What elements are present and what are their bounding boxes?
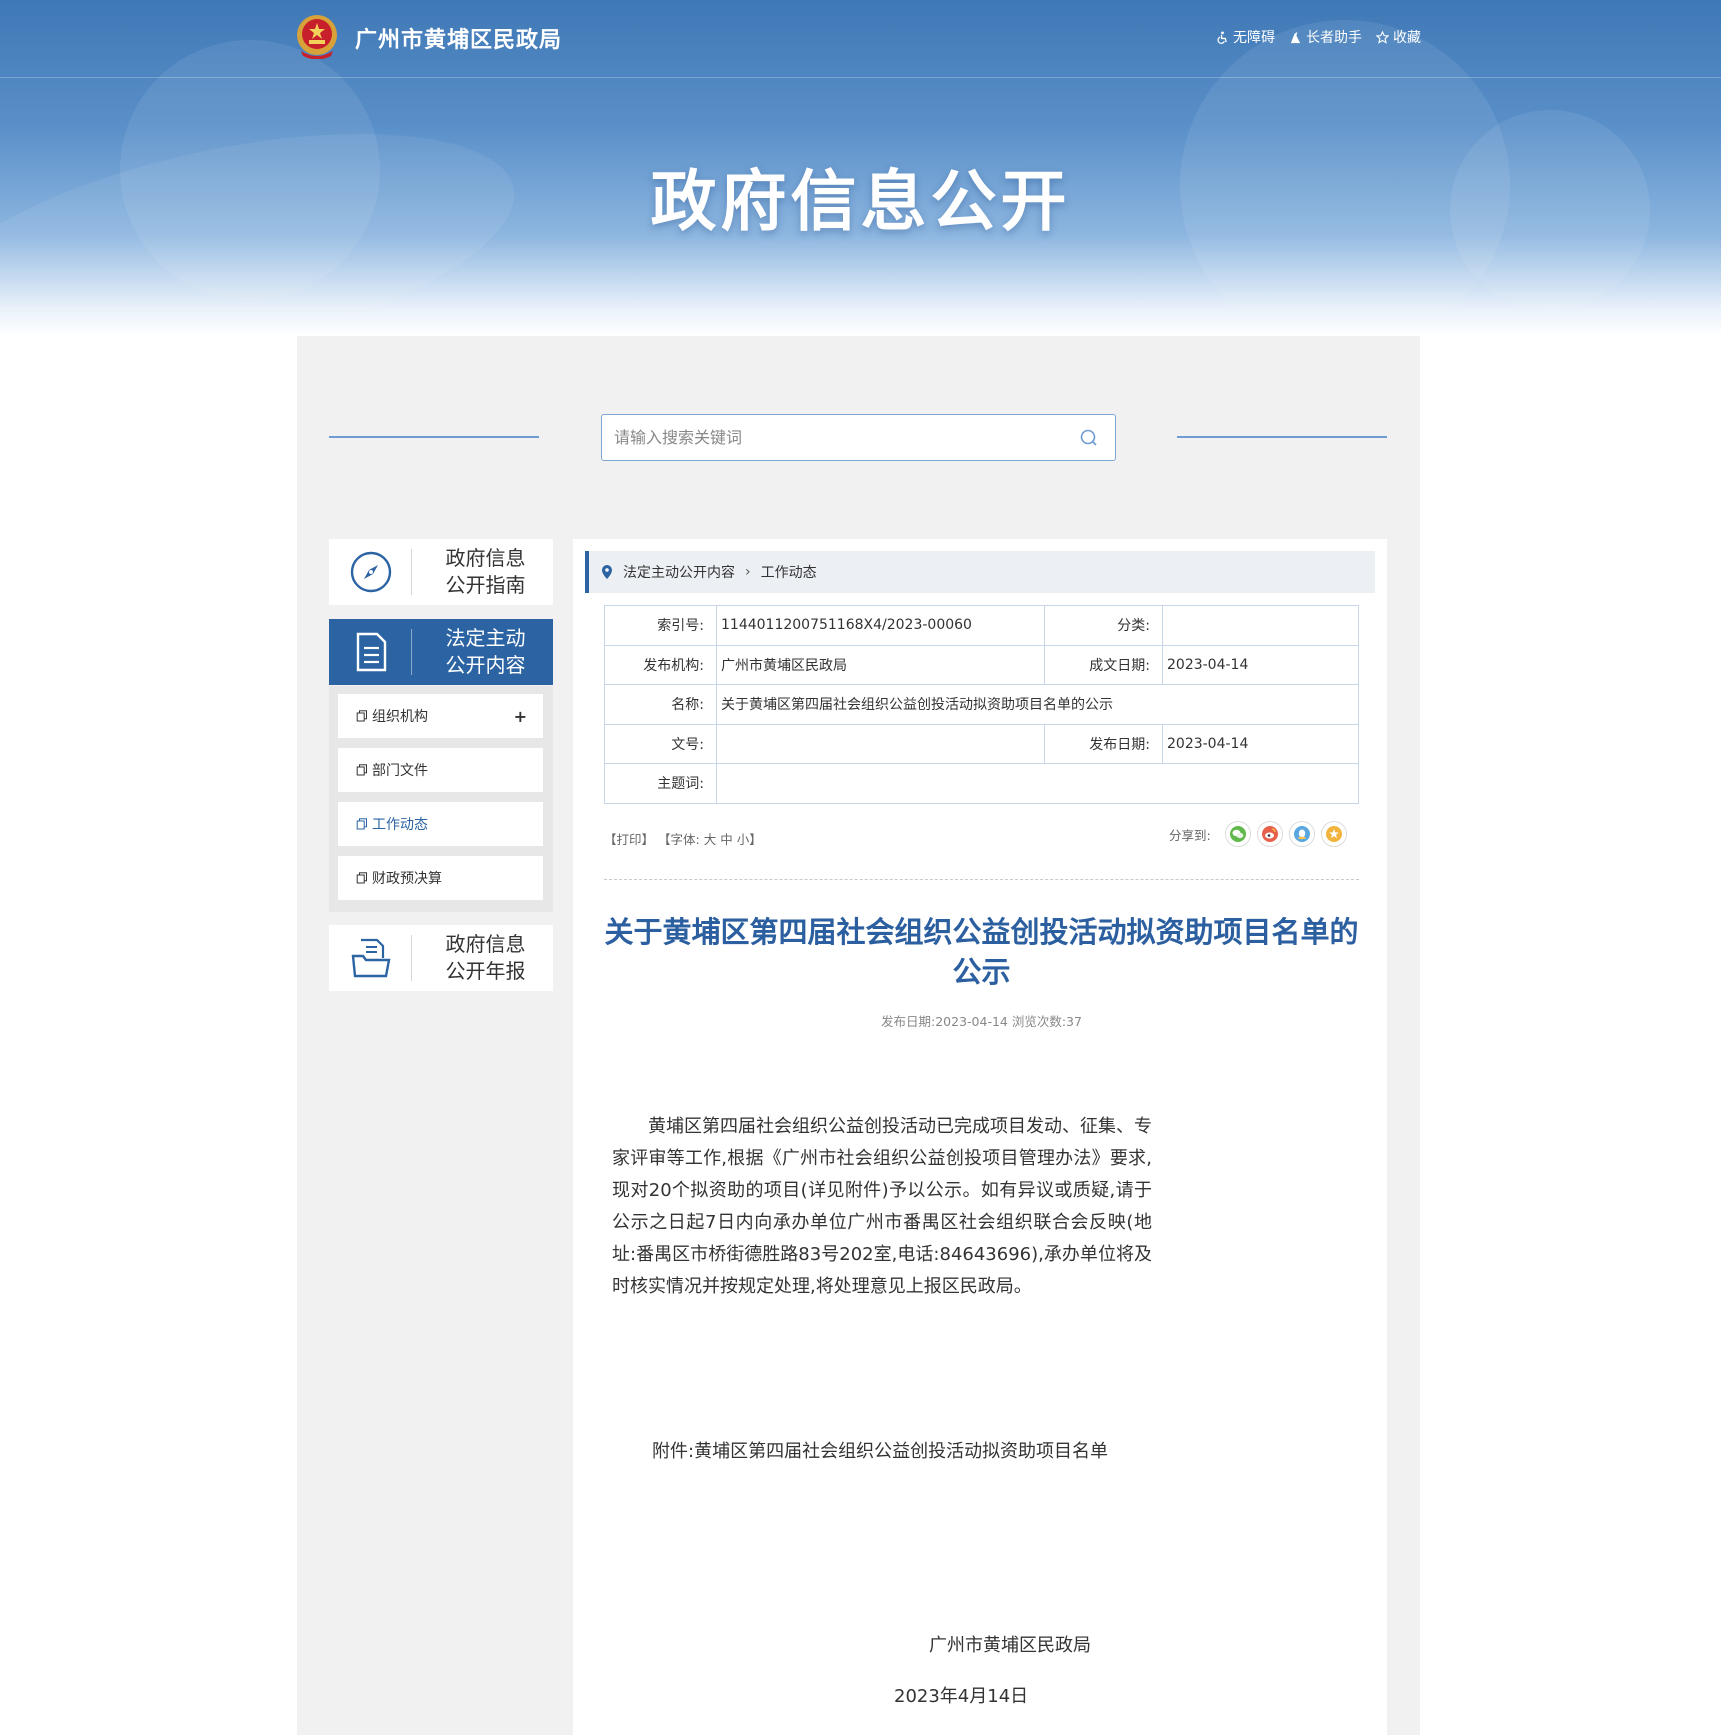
- name-label: 名称:: [604, 684, 717, 725]
- signature-date: 2023年4月14日: [894, 1686, 1029, 1707]
- top-links: 无障碍 长者助手 收藏: [1216, 27, 1421, 47]
- index-label: 索引号:: [604, 605, 717, 646]
- font-large-button[interactable]: 大: [704, 832, 717, 847]
- font-size-label: 【字体:: [658, 832, 700, 847]
- breadcrumb-work-updates[interactable]: 工作动态: [761, 562, 817, 582]
- share-label: 分享到:: [1169, 827, 1211, 843]
- sidebar-annual-report[interactable]: 政府信息 公开年报: [329, 925, 553, 991]
- table-row: 发布机构: 广州市黄埔区民政局 成文日期: 2023-04-14: [604, 644, 1359, 685]
- doc-no-label: 文号:: [604, 723, 717, 764]
- banner-title: 政府信息公开: [650, 163, 1071, 240]
- sidebar-item-work-updates[interactable]: 工作动态: [338, 802, 543, 846]
- favorite-link[interactable]: 收藏: [1376, 27, 1421, 47]
- sidebar-item-label: 组织机构: [372, 709, 428, 725]
- subject-label: 主题词:: [604, 763, 717, 804]
- wechat-share-button[interactable]: [1224, 821, 1251, 847]
- publisher-value: 广州市黄埔区民政局: [716, 644, 1045, 685]
- article-title: 关于黄埔区第四届社会组织公益创投活动拟资助项目名单的公示: [604, 915, 1359, 989]
- sidebar-report-line1: 政府信息: [445, 932, 526, 956]
- font-small-button[interactable]: 小: [737, 832, 750, 847]
- attachment-link[interactable]: 附件:黄埔区第四届社会组织公益创投活动拟资助项目名单: [652, 1437, 1108, 1463]
- header-banner: 广州市黄埔区民政局 无障碍 长者助手 收藏 政府信息公开: [0, 0, 1721, 336]
- metadata-table: 索引号: 1144011200751168X4/2023-00060 分类: 发…: [604, 605, 1359, 804]
- publish-date-label: 发布日期:: [1044, 723, 1163, 764]
- copy-icon: [356, 710, 367, 722]
- signature-organization: 广州市黄埔区民政局: [929, 1635, 1091, 1656]
- breadcrumb-separator: ›: [745, 564, 751, 580]
- star-icon: [1325, 826, 1342, 842]
- date-written-value: 2023-04-14: [1162, 644, 1359, 685]
- compass-icon: [350, 551, 391, 593]
- doc-no-value: [716, 723, 1045, 764]
- location-pin-icon: [602, 565, 612, 579]
- article-info: 发布日期:2023-04-14 浏览次数:37: [881, 1014, 1082, 1029]
- name-value: 关于黄埔区第四届社会组织公益创投活动拟资助项目名单的公示: [716, 684, 1359, 725]
- favorite-label: 收藏: [1393, 30, 1421, 46]
- category-label: 分类:: [1044, 605, 1163, 646]
- qq-icon: [1293, 826, 1310, 842]
- weibo-share-button[interactable]: [1256, 821, 1283, 847]
- search-input[interactable]: [614, 415, 1054, 460]
- sidebar-item-department-files[interactable]: 部门文件: [338, 748, 543, 792]
- sidebar-item-organization[interactable]: 组织机构 +: [338, 694, 543, 738]
- qq-share-button[interactable]: [1288, 821, 1315, 847]
- sidebar-item-label: 财政预决算: [372, 871, 442, 887]
- copy-icon: [356, 872, 367, 884]
- article-tools: 【打印】 【字体: 大 中 小】: [604, 829, 762, 848]
- accessibility-link[interactable]: 无障碍: [1216, 27, 1275, 47]
- breadcrumb-statutory[interactable]: 法定主动公开内容: [623, 562, 735, 582]
- divider: [604, 879, 1359, 880]
- table-row: 文号: 发布日期: 2023-04-14: [604, 723, 1359, 764]
- sidebar-statutory-content[interactable]: 法定主动 公开内容: [329, 619, 553, 685]
- copy-icon: [356, 818, 367, 830]
- elder-assistant-link[interactable]: 长者助手: [1289, 27, 1362, 47]
- star-icon: [1376, 30, 1389, 44]
- sidebar-guide-line1: 政府信息: [445, 546, 526, 570]
- font-medium-button[interactable]: 中: [720, 832, 733, 847]
- copy-icon: [356, 764, 367, 776]
- sidebar-item-label: 部门文件: [372, 763, 428, 779]
- date-written-label: 成文日期:: [1044, 644, 1163, 685]
- search-divider-right: [1177, 436, 1387, 438]
- report-icon: [351, 938, 390, 978]
- share-bar: 分享到:: [1169, 821, 1347, 847]
- category-value: [1162, 605, 1359, 646]
- elder-icon: [1290, 31, 1301, 43]
- weibo-icon: [1261, 826, 1278, 842]
- publisher-label: 发布机构:: [604, 644, 717, 685]
- print-button[interactable]: 【打印】: [604, 832, 654, 847]
- wechat-icon: [1229, 826, 1246, 842]
- sidebar-report-line2: 公开年报: [445, 959, 526, 983]
- accessibility-label: 无障碍: [1233, 30, 1275, 46]
- sidebar-submenu: 组织机构 + 部门文件 工作动态 财政预决算: [329, 686, 553, 912]
- search-icon[interactable]: [1079, 428, 1099, 448]
- font-size-close: 】: [749, 832, 762, 847]
- sidebar-item-label: 工作动态: [372, 817, 428, 833]
- content-card: 法定主动公开内容 › 工作动态 索引号: 1144011200751168X4/…: [573, 539, 1387, 1735]
- expand-plus-icon[interactable]: +: [514, 707, 527, 726]
- national-emblem-icon: [297, 15, 337, 59]
- main-panel: 政府信息 公开指南 法定主动 公开内容 组织机构 + 部门文件 工作动态: [297, 336, 1420, 1735]
- sidebar-statutory-line2: 公开内容: [445, 653, 526, 677]
- table-row: 主题词:: [604, 763, 1359, 804]
- breadcrumb: 法定主动公开内容 › 工作动态: [585, 551, 1375, 593]
- table-row: 索引号: 1144011200751168X4/2023-00060 分类:: [604, 605, 1359, 646]
- publish-date-value: 2023-04-14: [1162, 723, 1359, 764]
- sidebar-item-budget[interactable]: 财政预决算: [338, 856, 543, 900]
- elder-assistant-label: 长者助手: [1306, 30, 1362, 46]
- wheelchair-icon: [1217, 30, 1227, 44]
- search-box: [601, 414, 1116, 461]
- document-icon: [356, 632, 386, 672]
- sidebar-guide[interactable]: 政府信息 公开指南: [329, 539, 553, 605]
- search-divider-left: [329, 436, 539, 438]
- sidebar-guide-line2: 公开指南: [445, 573, 526, 597]
- article-body: 黄埔区第四届社会组织公益创投活动已完成项目发动、征集、专家评审等工作,根据《广州…: [612, 1116, 1152, 1297]
- index-value: 1144011200751168X4/2023-00060: [716, 605, 1045, 646]
- favorite-share-button[interactable]: [1320, 821, 1347, 847]
- subject-value: [716, 763, 1359, 804]
- table-row: 名称: 关于黄埔区第四届社会组织公益创投活动拟资助项目名单的公示: [604, 684, 1359, 725]
- sidebar-statutory-line1: 法定主动: [445, 626, 526, 650]
- site-name[interactable]: 广州市黄埔区民政局: [355, 22, 562, 54]
